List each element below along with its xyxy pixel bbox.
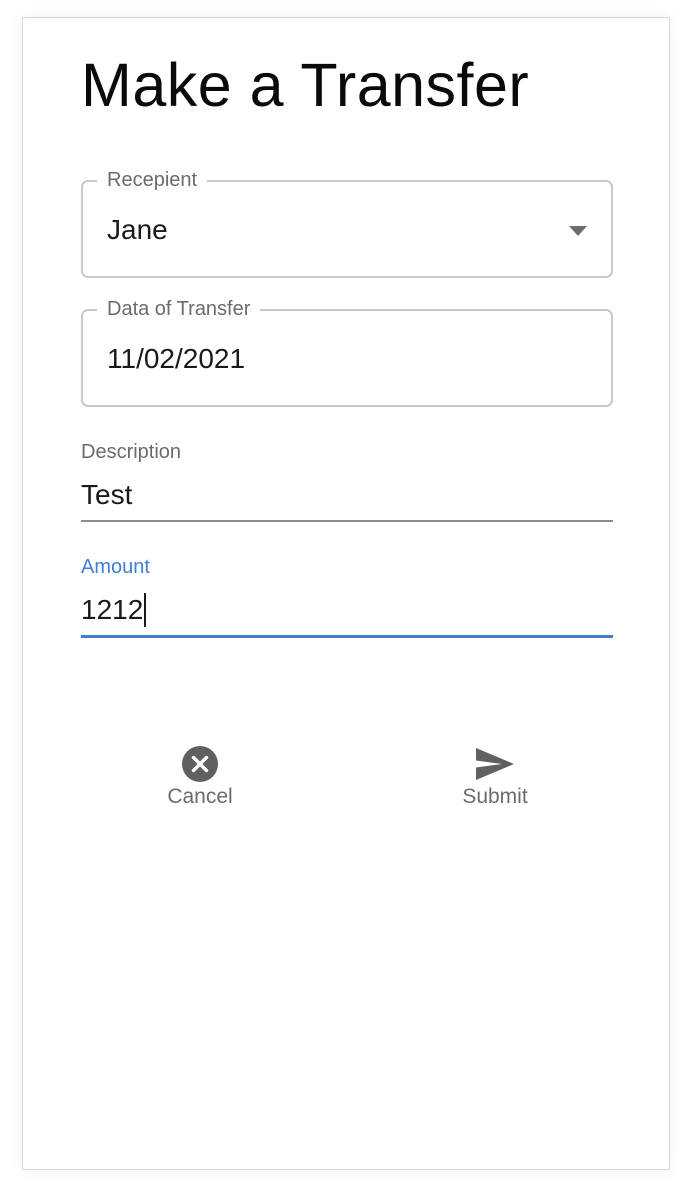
amount-field: Amount 1212 bbox=[81, 554, 613, 638]
transfer-date-label: Data of Transfer bbox=[97, 296, 261, 322]
text-cursor bbox=[144, 593, 147, 627]
transfer-date-value[interactable]: 11/02/2021 bbox=[107, 341, 245, 377]
recipient-label: Recepient bbox=[97, 167, 208, 193]
cancel-button[interactable]: Cancel bbox=[140, 745, 260, 809]
transfer-card: Make a Transfer Recepient Jane Data of T… bbox=[22, 17, 670, 1170]
cancel-label: Cancel bbox=[167, 785, 233, 808]
dropdown-caret-icon[interactable] bbox=[569, 226, 587, 236]
amount-value: 1212 bbox=[81, 594, 144, 625]
send-icon bbox=[476, 748, 514, 780]
description-label: Description bbox=[81, 441, 182, 463]
amount-input[interactable]: 1212 bbox=[81, 593, 613, 638]
amount-label: Amount bbox=[81, 556, 150, 578]
recipient-value: Jane bbox=[107, 214, 168, 245]
submit-button[interactable]: Submit bbox=[435, 745, 555, 809]
description-field: Description Test bbox=[81, 439, 613, 522]
recipient-select[interactable]: Recepient Jane bbox=[81, 167, 613, 278]
submit-label: Submit bbox=[462, 785, 528, 808]
transfer-date-field[interactable]: Data of Transfer 11/02/2021 bbox=[81, 296, 613, 407]
page-title: Make a Transfer bbox=[81, 51, 530, 119]
description-input[interactable]: Test bbox=[81, 478, 613, 522]
cancel-circle-icon bbox=[182, 746, 218, 782]
